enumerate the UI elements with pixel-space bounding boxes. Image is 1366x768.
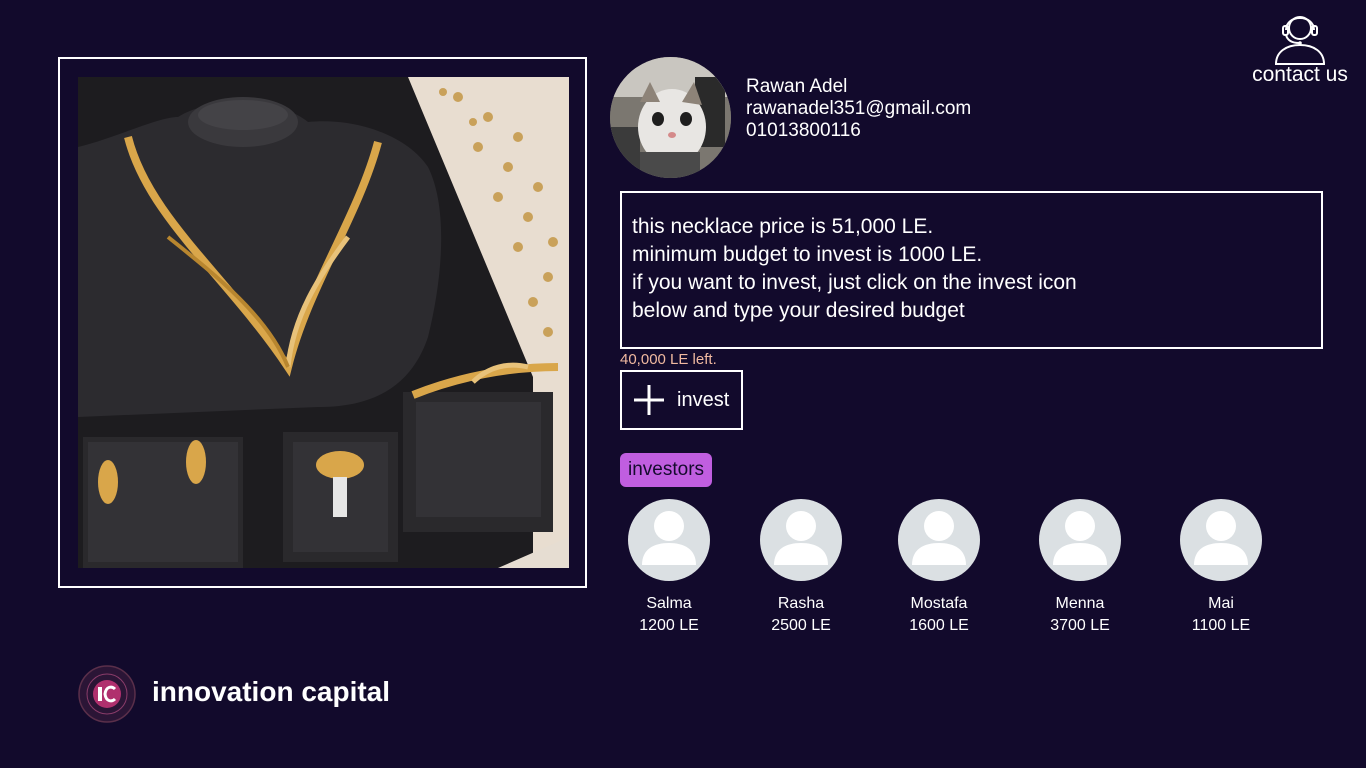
seller-info: Rawan Adel rawanadel351@gmail.com 010138…	[746, 76, 971, 142]
contact-us-label: contact us	[1252, 63, 1348, 86]
investor-card: Menna 3700 LE	[1025, 499, 1135, 637]
description-line: minimum budget to invest is 1000 LE.	[632, 243, 983, 266]
seller-email: rawanadel351@gmail.com	[746, 98, 972, 119]
product-image	[78, 77, 569, 568]
investor-card: Mostafa 1600 LE	[884, 499, 994, 637]
plus-icon	[634, 385, 664, 415]
investor-amount: 2500 LE	[771, 617, 831, 634]
brand-logo[interactable]	[78, 665, 136, 723]
seller-avatar	[610, 57, 731, 178]
user-placeholder-icon	[774, 511, 828, 565]
investor-card: Mai 1100 LE	[1166, 499, 1276, 637]
description-box: this necklace price is 51,000 LE. minimu…	[620, 191, 1323, 349]
investor-name: Rasha	[777, 595, 825, 612]
investor-name: Mai	[1208, 595, 1234, 612]
product-image-frame	[58, 57, 587, 588]
investor-avatar	[628, 499, 710, 581]
investor-avatar	[1180, 499, 1262, 581]
description-line: this necklace price is 51,000 LE.	[632, 215, 934, 238]
brand-name: innovation capital	[152, 676, 391, 707]
investor-amount: 3700 LE	[1050, 617, 1110, 634]
invest-button-label: invest	[677, 388, 730, 411]
investor-name: Menna	[1055, 595, 1105, 612]
investor-avatar	[1039, 499, 1121, 581]
investor-card: Rasha 2500 LE	[746, 499, 856, 637]
user-placeholder-icon	[1194, 511, 1248, 565]
description-line: below and type your desired budget	[632, 299, 965, 322]
remaining-amount: 40,000 LE left.	[620, 351, 717, 368]
investor-avatar	[898, 499, 980, 581]
user-placeholder-icon	[642, 511, 696, 565]
support-agent-icon	[1274, 16, 1326, 65]
investor-amount: 1600 LE	[909, 617, 969, 634]
investor-name: Mostafa	[910, 595, 968, 612]
description-line: if you want to invest, just click on the…	[632, 271, 1077, 294]
contact-us-button[interactable]: contact us	[1240, 8, 1360, 86]
seller-phone: 01013800116	[746, 120, 861, 141]
investor-card: Salma 1200 LE	[614, 499, 724, 637]
investor-avatar	[760, 499, 842, 581]
investor-amount: 1200 LE	[639, 617, 699, 634]
seller-name: Rawan Adel	[746, 76, 848, 97]
user-placeholder-icon	[1053, 511, 1107, 565]
user-placeholder-icon	[912, 511, 966, 565]
investor-name: Salma	[646, 595, 692, 612]
invest-button[interactable]: invest	[620, 370, 743, 430]
investor-amount: 1100 LE	[1191, 617, 1251, 634]
investors-heading: investors	[620, 453, 713, 487]
